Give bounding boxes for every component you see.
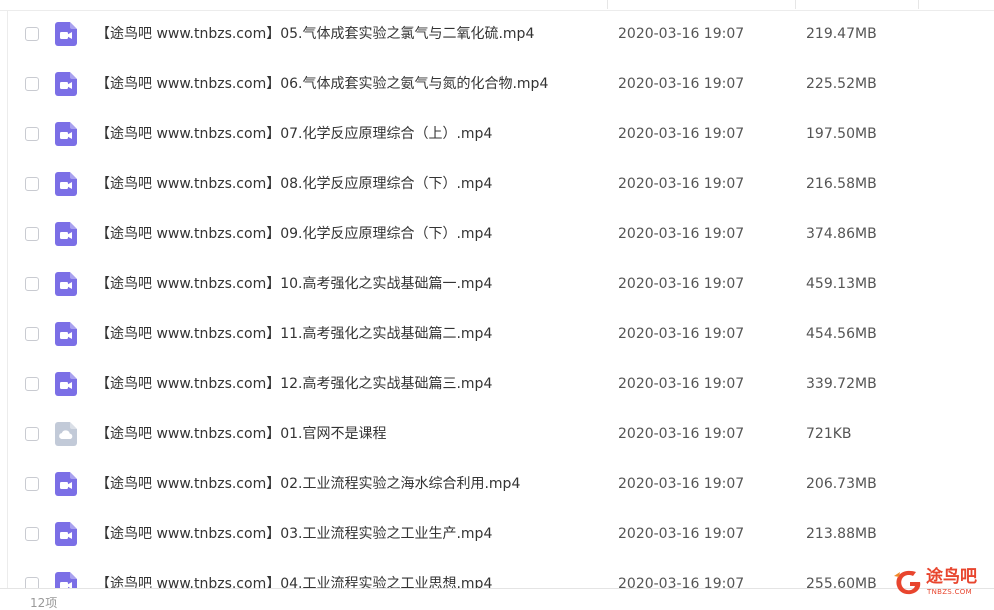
file-row[interactable]: 【途鸟吧 www.tnbzs.com】05.气体成套实验之氯气与二氧化硫.mp4… (0, 10, 994, 60)
file-row[interactable]: 【途鸟吧 www.tnbzs.com】10.高考强化之实战基础篇一.mp4 202… (0, 260, 994, 310)
file-date: 2020-03-16 19:07 (618, 476, 745, 492)
file-size: 374.86MB (806, 226, 877, 242)
tnbzs-logo-icon (893, 568, 923, 598)
file-size: 219.47MB (806, 26, 877, 42)
row-checkbox[interactable] (25, 277, 39, 291)
file-list: 【途鸟吧 www.tnbzs.com】05.气体成套实验之氯气与二氧化硫.mp4… (0, 10, 994, 610)
video-file-icon (55, 372, 77, 396)
cloud-file-icon (55, 422, 77, 446)
video-file-icon (55, 172, 77, 196)
file-name[interactable]: 【途鸟吧 www.tnbzs.com】01.官网不是课程 (96, 424, 386, 444)
video-file-icon (55, 22, 77, 46)
file-name[interactable]: 【途鸟吧 www.tnbzs.com】10.高考强化之实战基础篇一.mp4 (96, 274, 492, 294)
file-row[interactable]: 【途鸟吧 www.tnbzs.com】01.官网不是课程 2020-03-16 1… (0, 410, 994, 460)
file-name[interactable]: 【途鸟吧 www.tnbzs.com】09.化学反应原理综合（下）.mp4 (96, 224, 492, 244)
file-date: 2020-03-16 19:07 (618, 76, 745, 92)
video-file-icon (55, 272, 77, 296)
watermark-text: 途鸟吧 (926, 567, 977, 587)
file-date: 2020-03-16 19:07 (618, 376, 745, 392)
row-checkbox[interactable] (25, 27, 39, 41)
file-row[interactable]: 【途鸟吧 www.tnbzs.com】06.气体成套实验之氨气与氮的化合物.mp… (0, 60, 994, 110)
row-checkbox[interactable] (25, 327, 39, 341)
row-checkbox[interactable] (25, 427, 39, 441)
file-name[interactable]: 【途鸟吧 www.tnbzs.com】11.高考强化之实战基础篇二.mp4 (96, 324, 492, 344)
file-size: 206.73MB (806, 476, 877, 492)
status-bar: 12项 (0, 588, 994, 610)
file-row[interactable]: 【途鸟吧 www.tnbzs.com】07.化学反应原理综合（上）.mp4 202… (0, 110, 994, 160)
file-size: 459.13MB (806, 276, 877, 292)
item-count: 12项 (30, 596, 58, 610)
file-name[interactable]: 【途鸟吧 www.tnbzs.com】12.高考强化之实战基础篇三.mp4 (96, 374, 492, 394)
video-file-icon (55, 72, 77, 96)
row-checkbox[interactable] (25, 77, 39, 91)
row-checkbox[interactable] (25, 127, 39, 141)
row-checkbox[interactable] (25, 477, 39, 491)
file-date: 2020-03-16 19:07 (618, 176, 745, 192)
watermark-url: TNBZS.COM (927, 588, 972, 596)
file-date: 2020-03-16 19:07 (618, 426, 745, 442)
file-name[interactable]: 【途鸟吧 www.tnbzs.com】06.气体成套实验之氨气与氮的化合物.mp… (96, 74, 548, 94)
file-name[interactable]: 【途鸟吧 www.tnbzs.com】03.工业流程实验之工业生产.mp4 (96, 524, 492, 544)
file-row[interactable]: 【途鸟吧 www.tnbzs.com】03.工业流程实验之工业生产.mp4 202… (0, 510, 994, 560)
file-date: 2020-03-16 19:07 (618, 26, 745, 42)
file-date: 2020-03-16 19:07 (618, 226, 745, 242)
file-date: 2020-03-16 19:07 (618, 326, 745, 342)
video-file-icon (55, 122, 77, 146)
video-file-icon (55, 322, 77, 346)
file-size: 213.88MB (806, 526, 877, 542)
video-file-icon (55, 222, 77, 246)
file-date: 2020-03-16 19:07 (618, 126, 745, 142)
video-file-icon (55, 522, 77, 546)
file-name[interactable]: 【途鸟吧 www.tnbzs.com】02.工业流程实验之海水综合利用.mp4 (96, 474, 520, 494)
watermark: 途鸟吧 TNBZS.COM (893, 566, 991, 602)
file-size: 225.52MB (806, 76, 877, 92)
file-row[interactable]: 【途鸟吧 www.tnbzs.com】02.工业流程实验之海水综合利用.mp4 2… (0, 460, 994, 510)
file-row[interactable]: 【途鸟吧 www.tnbzs.com】09.化学反应原理综合（下）.mp4 202… (0, 210, 994, 260)
file-size: 216.58MB (806, 176, 877, 192)
video-file-icon (55, 472, 77, 496)
file-size: 454.56MB (806, 326, 877, 342)
row-checkbox[interactable] (25, 377, 39, 391)
file-size: 721KB (806, 426, 852, 442)
row-checkbox[interactable] (25, 527, 39, 541)
file-name[interactable]: 【途鸟吧 www.tnbzs.com】07.化学反应原理综合（上）.mp4 (96, 124, 492, 144)
row-checkbox[interactable] (25, 177, 39, 191)
file-date: 2020-03-16 19:07 (618, 276, 745, 292)
file-size: 339.72MB (806, 376, 877, 392)
file-name[interactable]: 【途鸟吧 www.tnbzs.com】05.气体成套实验之氯气与二氧化硫.mp4 (96, 24, 534, 44)
column-divider (918, 0, 919, 9)
file-name[interactable]: 【途鸟吧 www.tnbzs.com】08.化学反应原理综合（下）.mp4 (96, 174, 492, 194)
file-size: 197.50MB (806, 126, 877, 142)
column-divider (607, 0, 608, 9)
file-row[interactable]: 【途鸟吧 www.tnbzs.com】11.高考强化之实战基础篇二.mp4 202… (0, 310, 994, 360)
file-row[interactable]: 【途鸟吧 www.tnbzs.com】12.高考强化之实战基础篇三.mp4 202… (0, 360, 994, 410)
file-date: 2020-03-16 19:07 (618, 526, 745, 542)
row-checkbox[interactable] (25, 227, 39, 241)
file-row[interactable]: 【途鸟吧 www.tnbzs.com】08.化学反应原理综合（下）.mp4 202… (0, 160, 994, 210)
column-divider (795, 0, 796, 9)
